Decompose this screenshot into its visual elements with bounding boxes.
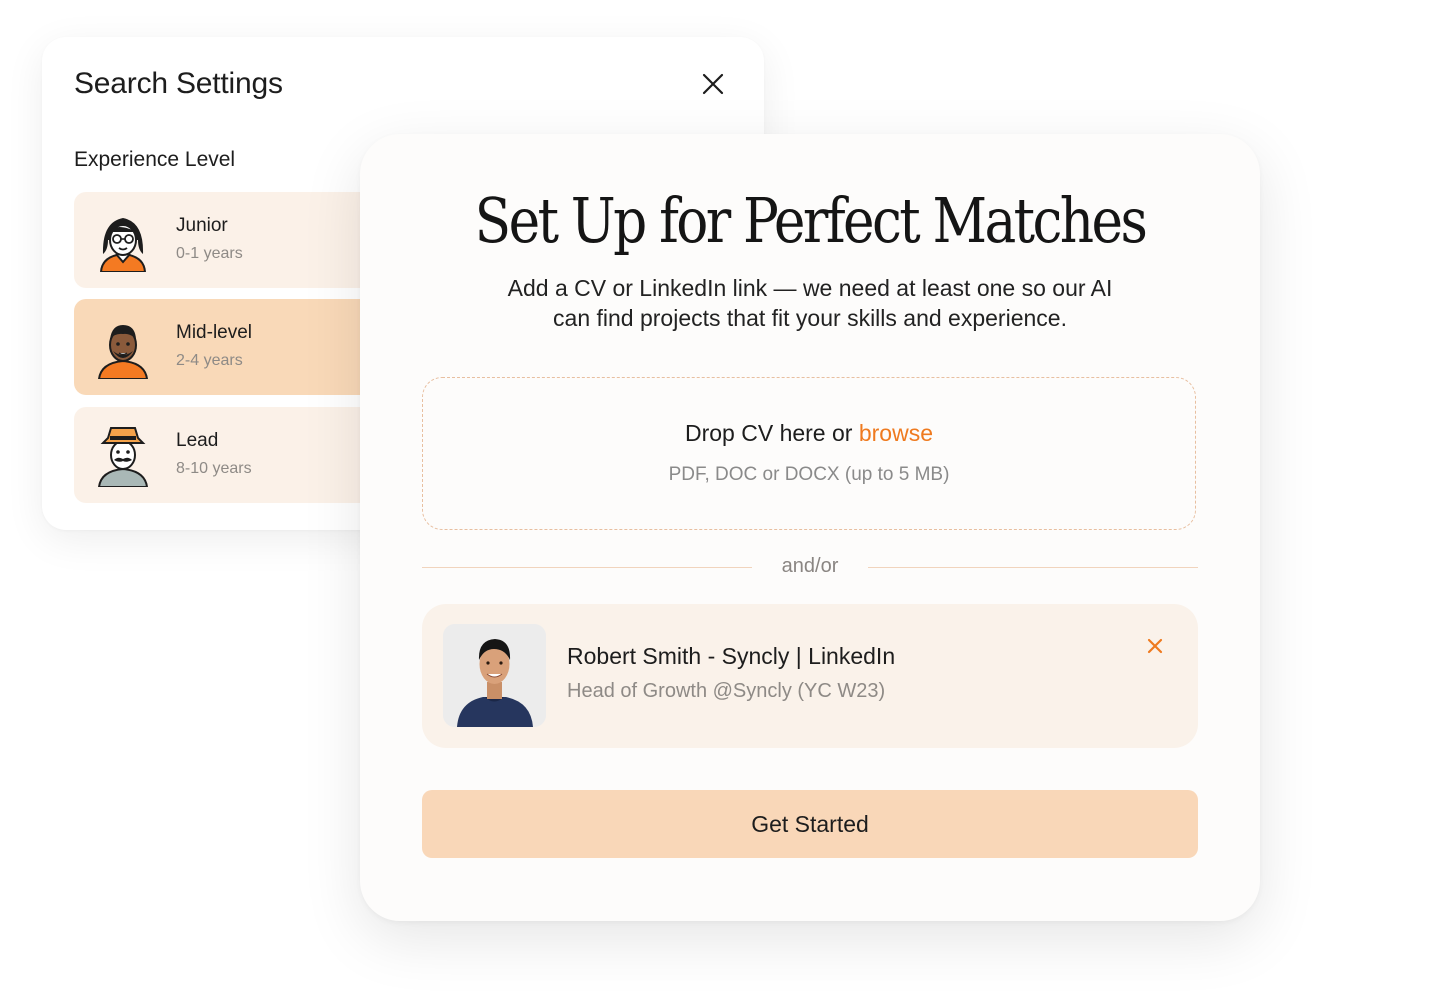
linkedin-name: Robert Smith - Syncly | LinkedIn: [567, 643, 896, 669]
settings-title: Search Settings: [74, 67, 283, 100]
dropzone-prefix: Drop CV here or: [684, 420, 859, 446]
level-years: 8-10 years: [176, 460, 252, 477]
profile-photo: [443, 624, 546, 727]
remove-link-icon[interactable]: [1144, 635, 1166, 657]
browse-link[interactable]: browse: [859, 420, 933, 446]
cv-dropzone[interactable]: Drop CV here or browse PDF, DOC or DOCX …: [422, 377, 1196, 530]
experience-level-label: Experience Level: [74, 148, 236, 171]
profile-photo-image: [443, 624, 546, 727]
close-icon[interactable]: [698, 69, 728, 99]
modal-subtitle: Add a CV or LinkedIn link — we need at l…: [460, 273, 1160, 333]
subtitle-line: can find projects that fit your skills a…: [553, 305, 1067, 331]
level-name: Junior: [176, 215, 228, 236]
get-started-button[interactable]: Get Started: [422, 790, 1198, 858]
modal-title: Set Up for Perfect Matches: [474, 184, 1148, 257]
dropzone-hint: PDF, DOC or DOCX (up to 5 MB): [668, 464, 950, 485]
divider-right: [868, 567, 1198, 568]
level-name: Mid-level: [176, 322, 253, 343]
junior-avatar-icon: [99, 218, 147, 272]
setup-modal: Set Up for Perfect Matches Add a CV or L…: [360, 134, 1260, 921]
linkedin-role: Head of Growth @Syncly (YC W23): [567, 680, 886, 702]
mid-level-avatar-icon: [97, 325, 149, 379]
dropzone-text: Drop CV here or browse: [423, 420, 1195, 447]
subtitle-line: Add a CV or LinkedIn link — we need at l…: [507, 275, 1113, 301]
level-years: 2-4 years: [176, 352, 243, 369]
lead-avatar-icon: [97, 427, 149, 487]
linkedin-card: Robert Smith - Syncly | LinkedIn Head of…: [422, 604, 1198, 748]
level-name: Lead: [176, 430, 219, 451]
level-years: 0-1 years: [176, 245, 243, 262]
